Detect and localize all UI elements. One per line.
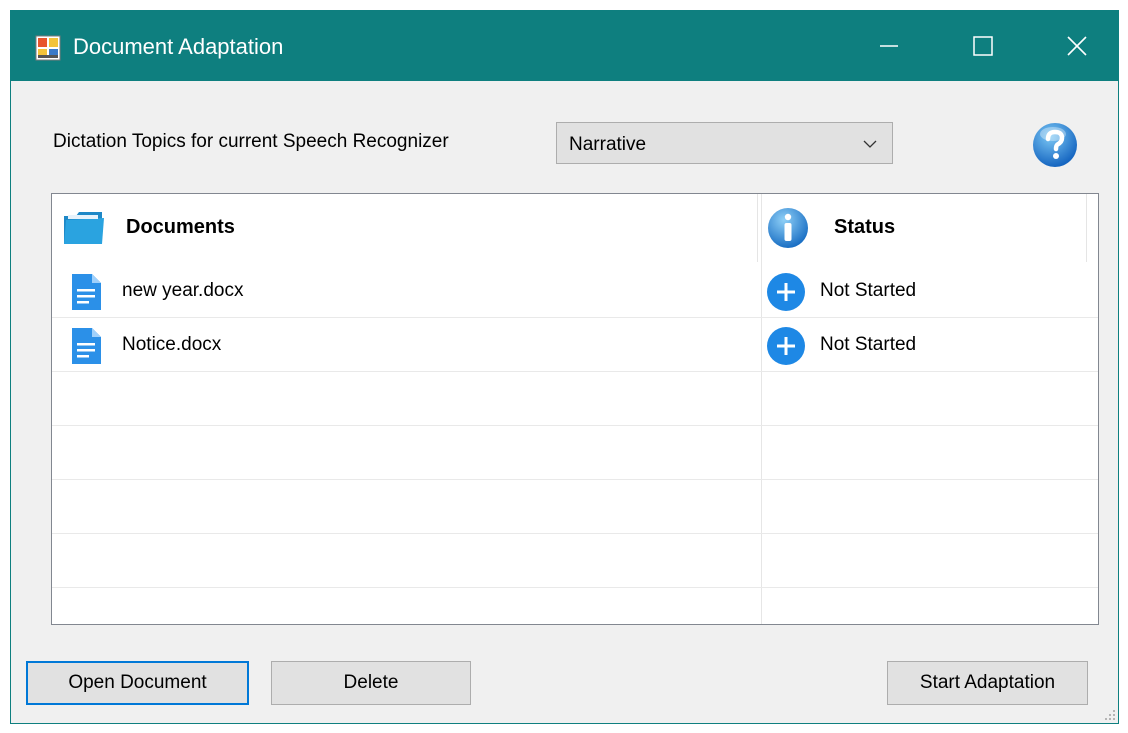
close-button[interactable]: [1032, 11, 1122, 81]
document-status: Not Started: [820, 280, 917, 301]
maximize-button[interactable]: [938, 11, 1028, 81]
minimize-icon: [880, 45, 898, 47]
app-window-icon: [35, 35, 61, 61]
list-item[interactable]: new year.docx Not Started: [52, 264, 1098, 318]
list-item[interactable]: Notice.docx Not Started: [52, 318, 1098, 372]
delete-button[interactable]: Delete: [271, 661, 471, 705]
document-status: Not Started: [820, 334, 917, 355]
empty-list-row: [52, 480, 1098, 534]
open-document-button[interactable]: Open Document: [26, 661, 249, 705]
documents-list[interactable]: Documents Status new year.docx Not Start…: [51, 193, 1099, 625]
list-header: Documents Status: [52, 194, 1098, 264]
maximize-icon: [973, 36, 993, 56]
folder-icon: [64, 212, 104, 244]
minimize-button[interactable]: [844, 11, 934, 81]
header-divider: [757, 194, 758, 262]
resize-grip-icon[interactable]: [1104, 709, 1116, 721]
info-icon: [768, 208, 808, 248]
document-name: new year.docx: [122, 280, 244, 301]
chevron-down-icon: [863, 140, 877, 148]
dictation-topic-value: Narrative: [569, 134, 647, 155]
start-adaptation-button[interactable]: Start Adaptation: [887, 661, 1088, 705]
empty-list-row: [52, 372, 1098, 426]
empty-list-row: [52, 534, 1098, 588]
close-icon: [1067, 36, 1087, 56]
window-client-area: Dictation Topics for current Speech Reco…: [11, 81, 1118, 723]
title-bar[interactable]: Document Adaptation: [11, 11, 1118, 81]
status-column-header[interactable]: Status: [834, 216, 895, 239]
document-adaptation-window: Document Adaptation Dictation Topics for…: [10, 10, 1119, 724]
plus-circle-icon: [767, 327, 805, 365]
dictation-topics-label: Dictation Topics for current Speech Reco…: [53, 131, 449, 152]
empty-list-row: [52, 426, 1098, 480]
document-name: Notice.docx: [122, 334, 222, 355]
window-title: Document Adaptation: [73, 34, 284, 59]
plus-circle-icon: [767, 273, 805, 311]
documents-column-header[interactable]: Documents: [126, 216, 235, 239]
help-icon[interactable]: [1031, 121, 1079, 169]
dictation-topic-dropdown[interactable]: Narrative: [556, 122, 893, 164]
header-divider: [1086, 194, 1087, 262]
document-icon: [72, 328, 101, 364]
document-icon: [72, 274, 101, 310]
